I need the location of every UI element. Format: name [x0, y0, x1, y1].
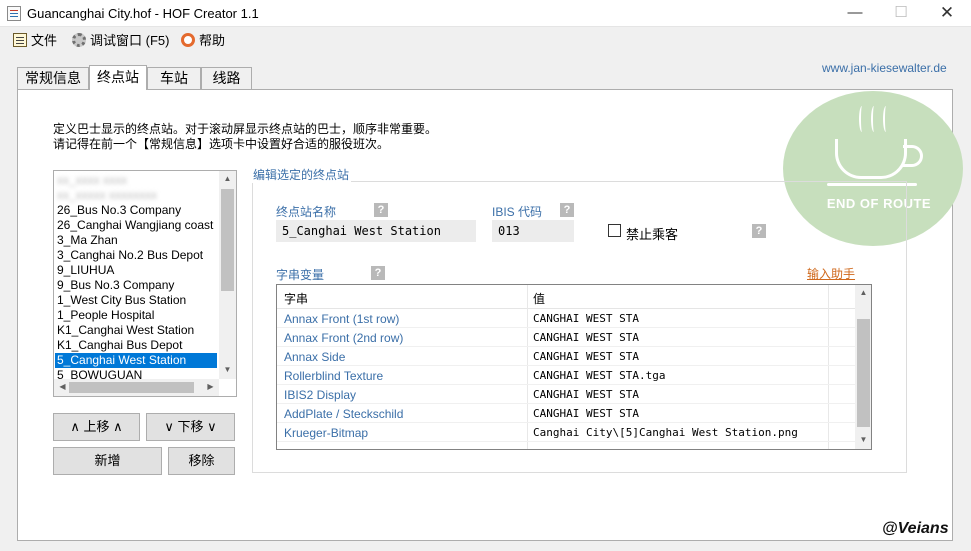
- app-icon: [7, 6, 21, 21]
- lifebuoy-icon: [181, 33, 195, 47]
- table-row[interactable]: Annax Front (1st row) CANGHAI WEST STA: [277, 309, 855, 328]
- close-button[interactable]: ✕: [924, 0, 970, 27]
- table-row[interactable]: AddPlate / Steckschild CANGHAI WEST STA: [277, 404, 855, 423]
- list-horizontal-scrollbar[interactable]: ◀ ▶: [54, 379, 219, 396]
- row-key: Annax Side: [284, 350, 346, 364]
- row-value[interactable]: CANGHAI WEST STA: [533, 350, 639, 363]
- list-item[interactable]: 1_West City Bus Station: [55, 293, 217, 308]
- menu-file[interactable]: 文件: [13, 32, 57, 50]
- terminus-listbox[interactable]: xx_xxxx xxxx xx_xxxxx xxxxxxxx 26_Bus No…: [53, 170, 237, 397]
- terminus-name-label: 终点站名称: [276, 205, 337, 219]
- menu-debug-window[interactable]: 调试窗口 (F5): [72, 32, 169, 50]
- row-key: IBIS2 Display: [284, 388, 357, 402]
- help-icon[interactable]: ?: [374, 203, 388, 217]
- grid-scroll-thumb[interactable]: [857, 319, 870, 427]
- row-value[interactable]: CANGHAI WEST STA: [533, 388, 639, 401]
- watermark: @Veians: [882, 520, 949, 537]
- title-bar: Guancanghai City.hof - HOF Creator 1.1 —…: [0, 0, 971, 27]
- table-row[interactable]: Annax Front (2nd row) CANGHAI WEST STA: [277, 328, 855, 347]
- gear-icon: [72, 33, 86, 47]
- row-key: Annax Front (2nd row): [284, 331, 404, 345]
- scroll-down-arrow-icon[interactable]: ▼: [219, 365, 236, 374]
- row-key: Rollerblind Texture: [284, 369, 384, 383]
- menu-bar: 文件 调试窗口 (F5) 帮助 www.jan-kiesewalter.de: [0, 28, 971, 75]
- instructions: 定义巴士显示的终点站。对于滚动屏显示终点站的巴士，顺序非常重要。 请记得在前一个…: [53, 122, 437, 152]
- table-row[interactable]: IBIS2 Display CANGHAI WEST STA: [277, 385, 855, 404]
- instructions-line-2: 请记得在前一个【常规信息】选项卡中设置好合适的服役班次。: [53, 137, 390, 151]
- list-item[interactable]: 3_Canghai No.2 Bus Depot: [55, 248, 217, 263]
- help-icon[interactable]: ?: [560, 203, 574, 217]
- list-item-blurred: xx_xxxx xxxx: [57, 173, 128, 187]
- row-value[interactable]: CANGHAI WEST STA.tga: [533, 369, 665, 382]
- list-item[interactable]: 26_Canghai Wangjiang coast: [55, 218, 217, 233]
- steam-icon: [859, 106, 865, 132]
- help-icon[interactable]: ?: [371, 266, 385, 280]
- table-row[interactable]: Annax Side CANGHAI WEST STA: [277, 347, 855, 366]
- scroll-up-arrow-icon[interactable]: ▲: [855, 288, 871, 297]
- list-item-selected[interactable]: 5_Canghai West Station: [55, 353, 217, 368]
- menu-file-label: 文件: [31, 33, 58, 48]
- steam-icon: [871, 106, 877, 132]
- window-title: Guancanghai City.hof - HOF Creator 1.1: [27, 6, 259, 21]
- ibis-code-field[interactable]: 013: [492, 220, 574, 242]
- menu-help[interactable]: 帮助: [181, 32, 225, 50]
- coffee-cup-icon: [835, 139, 907, 179]
- tab-stations[interactable]: 车站: [147, 67, 201, 89]
- add-button[interactable]: 新增: [53, 447, 162, 475]
- instructions-line-1: 定义巴士显示的终点站。对于滚动屏显示终点站的巴士，顺序非常重要。: [53, 122, 438, 136]
- scroll-right-arrow-icon[interactable]: ▶: [202, 382, 219, 391]
- list-item[interactable]: K1_Canghai West Station: [55, 323, 217, 338]
- table-row[interactable]: Krueger-Bitmap Canghai City\[5]Canghai W…: [277, 423, 855, 442]
- list-item[interactable]: 9_Bus No.3 Company: [55, 278, 217, 293]
- tab-general-info[interactable]: 常规信息: [17, 67, 89, 89]
- list-item[interactable]: 9_LIUHUA: [55, 263, 217, 278]
- grid-header: 字串 值: [277, 285, 855, 309]
- list-scroll-thumb[interactable]: [221, 189, 234, 291]
- string-variables-label: 字串变量: [276, 268, 325, 282]
- row-value[interactable]: CANGHAI WEST STA: [533, 407, 639, 420]
- input-assistant-link[interactable]: 输入助手: [807, 265, 855, 282]
- move-down-button[interactable]: ∨ 下移 ∨: [146, 413, 235, 441]
- terminus-name-field[interactable]: 5_Canghai West Station: [276, 220, 476, 242]
- website-link[interactable]: www.jan-kiesewalter.de: [822, 61, 947, 75]
- list-item[interactable]: 1_People Hospital: [55, 308, 217, 323]
- terminus-panel: END OF ROUTE 定义巴士显示的终点站。对于滚动屏显示终点站的巴士，顺序…: [17, 89, 963, 541]
- list-item-blurred: xx_xxxxx xxxxxxxx: [57, 188, 158, 202]
- list-item[interactable]: 26_Bus No.3 Company: [55, 203, 217, 218]
- table-row[interactable]: Rollerblind Texture CANGHAI WEST STA.tga: [277, 366, 855, 385]
- minimize-button[interactable]: —: [832, 0, 878, 27]
- no-passengers-label[interactable]: 禁止乘客: [626, 224, 678, 243]
- row-value[interactable]: CANGHAI WEST STA: [533, 331, 639, 344]
- maximize-button[interactable]: ☐: [878, 0, 924, 27]
- list-item[interactable]: 3_Ma Zhan: [55, 233, 217, 248]
- string-variables-grid[interactable]: 字串 值 Annax Front (1st row) CANGHAI WEST …: [276, 284, 872, 450]
- menu-help-label: 帮助: [199, 33, 226, 48]
- column-header-value[interactable]: 值: [533, 290, 545, 307]
- scroll-down-arrow-icon[interactable]: ▼: [855, 435, 871, 444]
- row-key: Krueger-Bitmap: [284, 426, 369, 440]
- remove-button[interactable]: 移除: [168, 447, 235, 475]
- file-icon: [13, 33, 27, 47]
- list-vertical-scrollbar[interactable]: ▲ ▼: [219, 171, 236, 379]
- tab-terminus[interactable]: 终点站: [89, 65, 147, 90]
- no-passengers-checkbox[interactable]: [608, 224, 621, 237]
- list-hscroll-thumb[interactable]: [69, 382, 194, 393]
- tab-routes[interactable]: 线路: [201, 67, 252, 89]
- grid-vertical-scrollbar[interactable]: ▲ ▼: [855, 285, 871, 449]
- row-key: AddPlate / Steckschild: [284, 407, 404, 421]
- move-up-button[interactable]: ∧ 上移 ∧: [53, 413, 140, 441]
- row-key: Annax Front (1st row): [284, 312, 400, 326]
- list-item[interactable]: K1_Canghai Bus Depot: [55, 338, 217, 353]
- column-header-string[interactable]: 字串: [284, 290, 308, 307]
- menu-debug-label: 调试窗口 (F5): [90, 33, 170, 48]
- cup-handle-icon: [903, 145, 923, 167]
- edit-terminus-group-title: 编辑选定的终点站: [251, 166, 352, 183]
- ibis-code-label: IBIS 代码: [492, 205, 543, 219]
- scroll-up-arrow-icon[interactable]: ▲: [219, 174, 236, 183]
- row-value[interactable]: CANGHAI WEST STA: [533, 312, 639, 325]
- help-icon[interactable]: ?: [752, 224, 766, 238]
- steam-icon: [883, 106, 889, 132]
- row-value[interactable]: Canghai City\[5]Canghai West Station.png: [533, 426, 798, 439]
